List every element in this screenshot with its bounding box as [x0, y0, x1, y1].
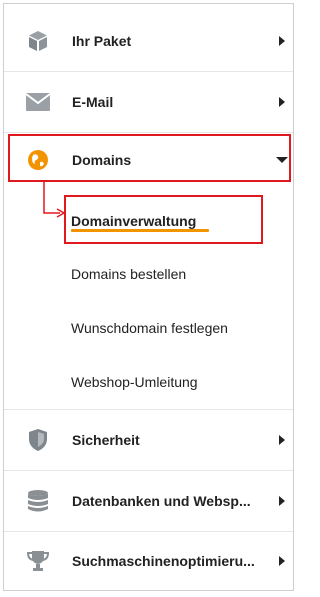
database-icon [4, 489, 72, 513]
chevron-down-icon [271, 156, 293, 164]
active-underline [71, 229, 209, 232]
submenu-item-label: Webshop-Umleitung [71, 374, 198, 390]
globe-icon [4, 149, 72, 171]
menu-item-label: Datenbanken und Websp... [72, 493, 251, 509]
submenu-item-label: Domains bestellen [71, 266, 187, 282]
submenu-item-domainverwaltung[interactable]: Domainverwaltung [4, 194, 293, 248]
chevron-right-icon [271, 435, 293, 445]
menu-item-label: Domains [72, 152, 132, 168]
menu-item-label: Ihr Paket [72, 33, 132, 49]
chevron-right-icon [271, 556, 293, 566]
submenu-item-wunschdomain-festlegen[interactable]: Wunschdomain festlegen [4, 301, 293, 355]
submenu-item-domains-bestellen[interactable]: Domains bestellen [4, 247, 293, 301]
chevron-right-icon [271, 97, 293, 107]
menu-item-sicherheit[interactable]: Sicherheit [4, 410, 293, 471]
menu-item-ihr-paket[interactable]: Ihr Paket [4, 11, 293, 72]
menu-item-label: E-Mail [72, 94, 114, 110]
package-icon [4, 29, 72, 53]
menu-item-suchmaschinenoptimierung[interactable]: Suchmaschinenoptimieru... [4, 532, 293, 590]
menu-item-email[interactable]: E-Mail [4, 72, 293, 133]
navigation-menu: Ihr Paket E-Mail Domains Domainverwaltun… [3, 3, 294, 591]
shield-icon [4, 428, 72, 452]
envelope-icon [4, 92, 72, 112]
menu-item-label: Suchmaschinenoptimieru... [72, 553, 255, 569]
menu-item-datenbanken-und-webspace[interactable]: Datenbanken und Websp... [4, 471, 293, 532]
menu-item-label: Sicherheit [72, 432, 140, 448]
chevron-right-icon [271, 36, 293, 46]
submenu-item-webshop-umleitung[interactable]: Webshop-Umleitung [4, 355, 293, 410]
trophy-icon [4, 550, 72, 572]
submenu-item-label: Wunschdomain festlegen [71, 320, 228, 336]
submenu-item-label: Domainverwaltung [71, 213, 197, 229]
chevron-right-icon [271, 496, 293, 506]
menu-item-domains[interactable]: Domains [4, 135, 293, 185]
